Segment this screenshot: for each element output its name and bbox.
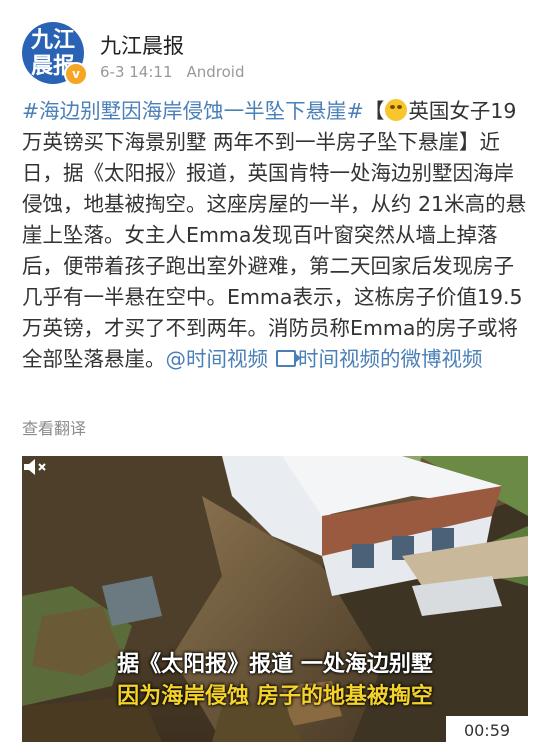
verified-badge-icon: v [64, 62, 88, 86]
post-body: 英国女子19万英镑买下海景别墅 两年不到一半房子坠下悬崖】近日，据《太阳报》报道… [22, 99, 527, 371]
post-source: Android [186, 63, 245, 81]
mention-link[interactable]: @时间视频 [166, 347, 269, 371]
account-name[interactable]: 九江晨报 [100, 30, 184, 60]
bracket-open: 【 [363, 99, 385, 123]
hashtag-link[interactable]: #海边别墅因海岸侵蚀一半坠下悬崖# [22, 99, 364, 123]
grinning-face-emoji-icon [385, 99, 408, 121]
avatar-line-1: 九江 [30, 27, 75, 53]
video-duration: 00:59 [446, 716, 528, 742]
subtitle-line-1: 据《太阳报》报道 一处海边别墅 [117, 652, 433, 677]
post-header: 九江 晨报 v 九江晨报 6-3 14:11 Android [0, 0, 550, 100]
translate-link[interactable]: 查看翻译 [22, 415, 86, 439]
post-meta: 6-3 14:11 Android [100, 63, 245, 81]
speaker-muted-icon[interactable] [22, 456, 48, 478]
post-time: 6-3 14:11 [100, 63, 173, 81]
video-link-icon [276, 350, 301, 367]
video-player[interactable]: 据《太阳报》报道 一处海边别墅 因为海岸侵蚀 房子的地基被掏空 00:59 [22, 456, 528, 742]
post-text: #海边别墅因海岸侵蚀一半坠下悬崖#【 英国女子19万英镑买下海景别墅 两年不到一半… [22, 96, 532, 375]
video-link[interactable]: 时间视频的微博视频 [298, 347, 483, 371]
subtitle-line-2: 因为海岸侵蚀 房子的地基被掏空 [117, 684, 433, 709]
